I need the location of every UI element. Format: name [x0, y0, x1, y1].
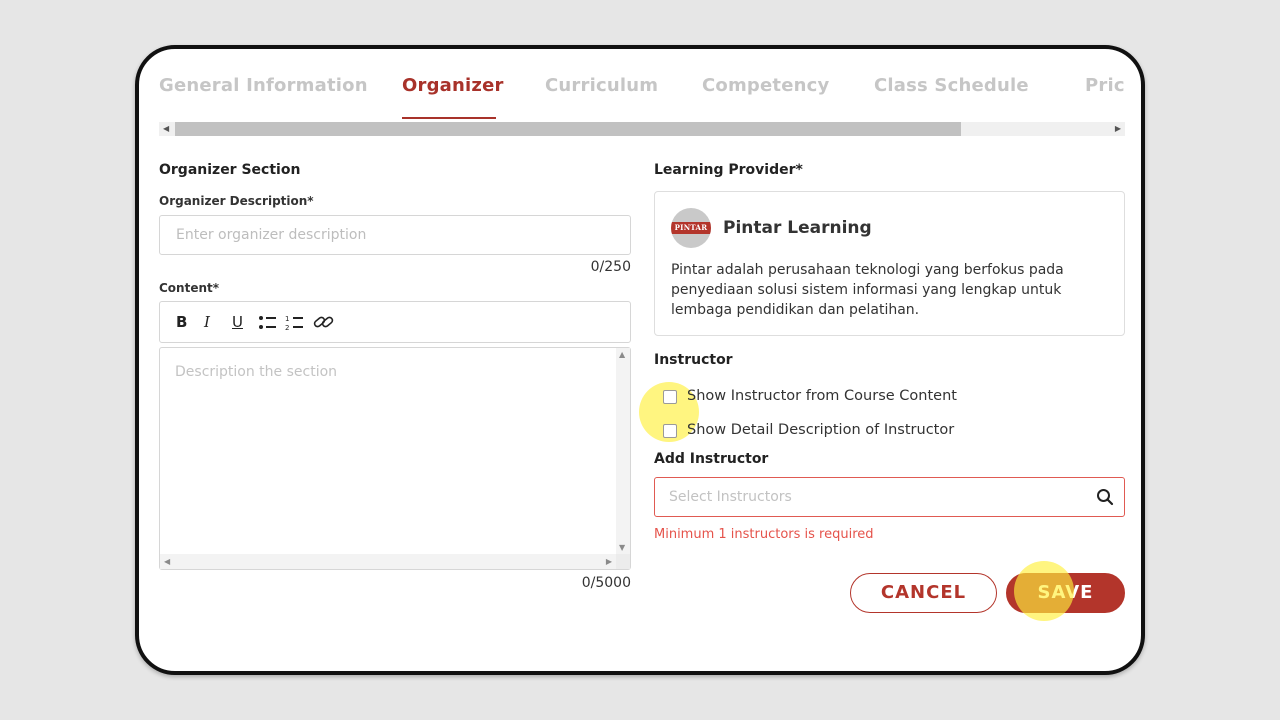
tabs-scrollbar-thumb[interactable] — [175, 122, 961, 136]
provider-logo: PINTAR — [671, 208, 711, 248]
content-char-counter: 0/5000 — [581, 575, 631, 591]
provider-description: Pintar adalah perusahaan teknologi yang … — [671, 262, 1064, 318]
editor-horizontal-scrollbar[interactable]: ◀ ▶ — [160, 554, 616, 569]
tab-curriculum[interactable]: Curriculum — [545, 75, 658, 96]
scrollbar-corner — [616, 554, 630, 569]
tab-competency[interactable]: Competency — [702, 75, 829, 96]
organizer-section-title: Organizer Section — [159, 162, 301, 178]
show-instructor-from-course-label[interactable]: Show Instructor from Course Content — [687, 388, 957, 404]
show-instructor-from-course-checkbox[interactable] — [663, 390, 677, 404]
numbered-list-icon[interactable]: 1 2 — [285, 314, 305, 336]
italic-button[interactable]: I — [204, 313, 210, 331]
add-instructor-label: Add Instructor — [654, 451, 769, 467]
link-icon[interactable] — [313, 312, 335, 336]
instructor-error-message: Minimum 1 instructors is required — [654, 527, 874, 542]
search-icon[interactable] — [1096, 488, 1114, 506]
app-window: General Information Organizer Curriculum… — [135, 45, 1145, 675]
scroll-left-arrow-icon[interactable]: ◀ — [163, 122, 169, 136]
provider-logo-text: PINTAR — [671, 222, 711, 234]
click-highlight — [1014, 561, 1074, 621]
instructor-search-input[interactable] — [655, 478, 1103, 516]
provider-name: Pintar Learning — [723, 218, 872, 238]
bullet-list-icon[interactable] — [258, 314, 278, 336]
instructor-search-field[interactable] — [654, 477, 1125, 517]
svg-text:1: 1 — [285, 315, 289, 323]
active-tab-indicator — [402, 117, 496, 119]
underline-button[interactable]: U — [232, 313, 243, 331]
scroll-right-arrow-icon[interactable]: ▶ — [1115, 122, 1121, 136]
scroll-up-arrow-icon[interactable]: ▲ — [619, 350, 625, 359]
bold-button[interactable]: B — [176, 313, 187, 331]
show-detail-description-option[interactable]: Show Detail Description of Instructor — [663, 422, 993, 442]
tab-pricing[interactable]: Pric — [1085, 75, 1125, 96]
scroll-down-arrow-icon[interactable]: ▼ — [619, 543, 625, 552]
instructor-label: Instructor — [654, 352, 733, 368]
content-label: Content* — [159, 281, 220, 295]
show-detail-description-label[interactable]: Show Detail Description of Instructor — [687, 422, 954, 438]
tab-organizer[interactable]: Organizer — [402, 75, 504, 96]
organizer-description-label: Organizer Description* — [159, 194, 314, 208]
tabs-scrollbar[interactable]: ◀ ▶ — [159, 122, 1125, 136]
tab-general-information[interactable]: General Information — [159, 75, 368, 96]
scroll-right-arrow-icon[interactable]: ▶ — [606, 557, 612, 566]
show-instructor-from-course-option[interactable]: Show Instructor from Course Content — [663, 388, 993, 408]
editor-vertical-scrollbar[interactable]: ▲ ▼ — [616, 348, 630, 554]
content-editor[interactable]: Description the section ▲ ▼ ◀ ▶ — [159, 347, 631, 570]
content-editor-placeholder: Description the section — [175, 364, 338, 380]
svg-text:2: 2 — [285, 324, 289, 332]
editor-toolbar: B I U 1 2 — [159, 301, 631, 343]
learning-provider-label: Learning Provider* — [654, 162, 803, 178]
organizer-description-input[interactable] — [159, 215, 631, 255]
cancel-button[interactable]: CANCEL — [850, 573, 997, 613]
description-char-counter: 0/250 — [590, 259, 631, 275]
scroll-left-arrow-icon[interactable]: ◀ — [164, 557, 170, 566]
learning-provider-card: PINTAR Pintar Learning Pintar adalah per… — [654, 191, 1125, 336]
tab-class-schedule[interactable]: Class Schedule — [874, 75, 1029, 96]
show-detail-description-checkbox[interactable] — [663, 424, 677, 438]
